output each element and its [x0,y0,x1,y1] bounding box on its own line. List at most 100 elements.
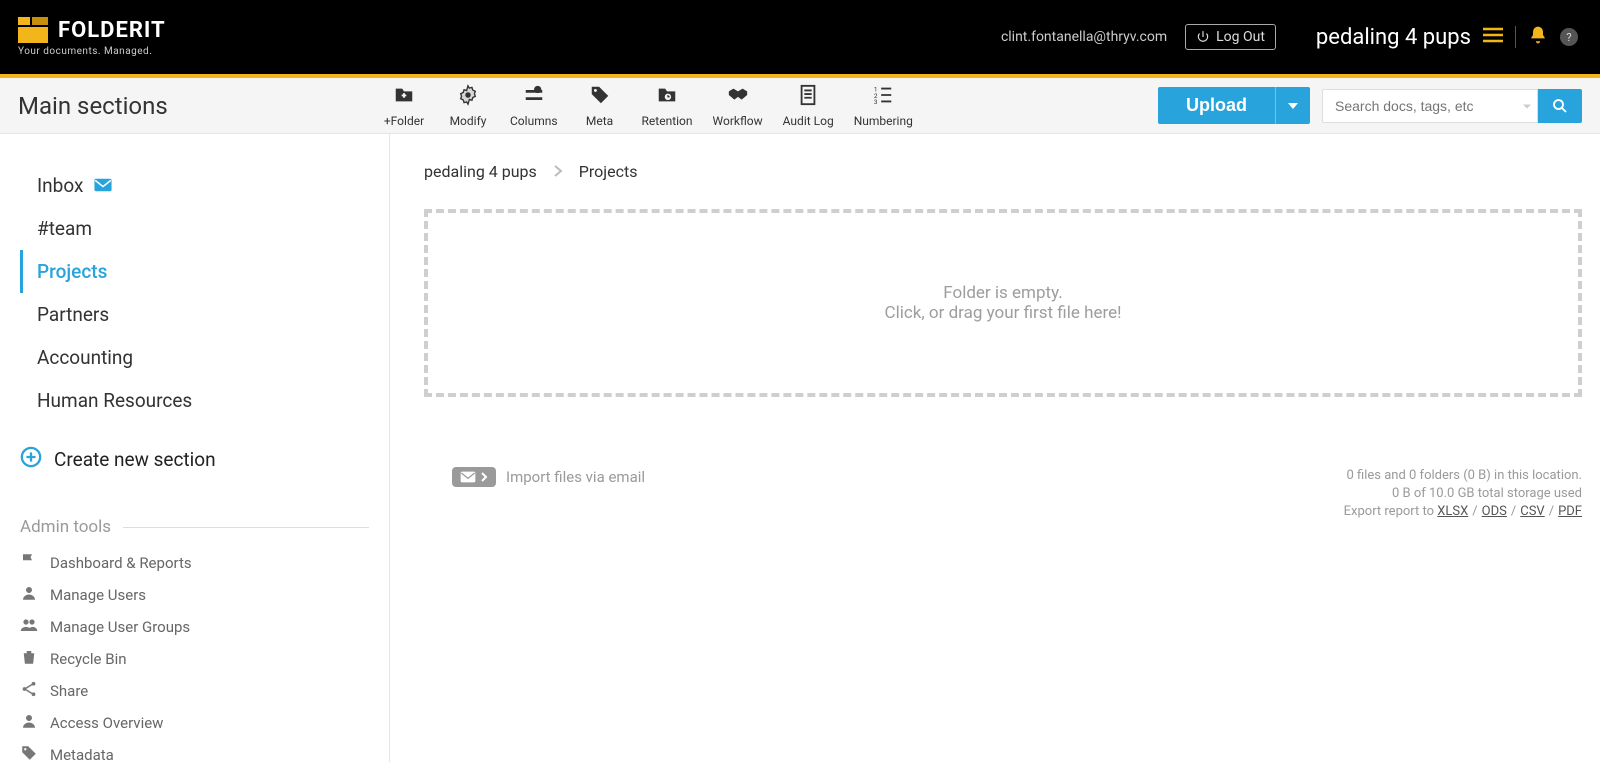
flag-icon [20,552,38,574]
admin-divider [123,527,369,528]
caret-down-icon [1287,100,1299,112]
logout-button[interactable]: Log Out [1185,24,1276,50]
breadcrumb: pedaling 4 pups Projects [424,162,1582,181]
location-stats: 0 files and 0 folders (0 B) in this loca… [1344,467,1582,522]
admin-item-recycle-bin[interactable]: Recycle Bin [20,643,369,675]
user-email: clint.fontanella@thryv.com [1001,29,1167,45]
search-input[interactable] [1322,89,1538,123]
tool-meta[interactable]: Meta [574,84,626,128]
stats-storage: 0 B of 10.0 GB total storage used [1344,485,1582,503]
share-icon [20,680,38,702]
tool-modify[interactable]: Modify [442,84,494,128]
admin-item-label: Metadata [50,746,114,762]
user-icon [20,712,38,734]
users-icon [20,616,38,638]
admin-item-label: Manage User Groups [50,618,190,636]
brand-block: FOLDERIT Your documents. Managed. [18,17,166,57]
create-new-section[interactable]: Create new section [20,446,369,473]
export-line: Export report to XLSX/ODS/CSV/PDF [1344,503,1582,521]
main-area: Inbox #team Projects Partners Accounting Hum… [0,134,1600,762]
logout-label: Log Out [1216,29,1265,45]
admin-item-label: Dashboard & Reports [50,554,192,572]
doc-list-icon [797,84,819,110]
tool-label: Numbering [854,114,913,128]
account-area: pedaling 4 pups ? [1316,25,1578,50]
power-icon [1196,30,1210,44]
folder-clock-icon [656,84,678,110]
stats-files: 0 files and 0 folders (0 B) in this loca… [1344,467,1582,485]
create-new-label: Create new section [54,448,216,471]
tool-group: +Folder Modify Columns Meta Retention Workflo… [378,84,917,128]
sidebar-item--team[interactable]: #team [20,207,369,250]
page-title: Main sections [18,92,378,120]
handshake-icon [727,84,749,110]
mail-chip [452,467,496,487]
tool-audit-log[interactable]: Audit Log [779,84,838,128]
import-via-email[interactable]: Import files via email [452,467,645,487]
tool-label: Columns [510,114,558,128]
sidebar-item-label: Projects [37,260,107,283]
help-icon[interactable]: ? [1560,28,1578,46]
trash-icon [20,648,38,670]
upload-split-button: Upload [1158,87,1310,124]
search-button[interactable] [1538,89,1582,123]
mail-icon [460,471,476,483]
tool-label: Retention [642,114,693,128]
sidebar: Inbox #team Projects Partners Accounting Hum… [0,134,390,762]
empty-state-line2: Click, or drag your first file here! [885,303,1122,323]
breadcrumb-root[interactable]: pedaling 4 pups [424,162,537,181]
account-name: pedaling 4 pups [1316,25,1471,50]
admin-item-manage-user-groups[interactable]: Manage User Groups [20,611,369,643]
sidebar-item-label: Human Resources [37,389,192,412]
export-csv[interactable]: CSV [1520,504,1544,519]
chevron-right-icon [553,162,563,181]
admin-tools-header: Admin tools [20,517,369,537]
admin-item-share[interactable]: Share [20,675,369,707]
export-ods[interactable]: ODS [1482,504,1507,519]
breadcrumb-current[interactable]: Projects [579,162,638,181]
user-icon [20,584,38,606]
tool-retention[interactable]: Retention [638,84,697,128]
admin-item-label: Access Overview [50,714,163,732]
content-area: pedaling 4 pups Projects Folder is empty… [390,134,1600,762]
svg-text:3: 3 [874,98,878,106]
sidebar-item-label: Accounting [37,346,133,369]
vertical-divider [1515,26,1516,48]
chevron-right-icon [480,472,488,482]
admin-item-manage-users[interactable]: Manage Users [20,579,369,611]
import-label: Import files via email [506,468,645,486]
admin-item-metadata[interactable]: Metadata [20,739,369,762]
upload-button[interactable]: Upload [1158,87,1276,124]
tool-numbering[interactable]: 123Numbering [850,84,917,128]
tool-workflow[interactable]: Workflow [709,84,767,128]
admin-tools-title: Admin tools [20,517,111,537]
tool-columns[interactable]: Columns [506,84,562,128]
account-menu-icon[interactable] [1483,27,1503,47]
admin-item-dashboard-reports[interactable]: Dashboard & Reports [20,547,369,579]
search-icon [1551,97,1569,115]
admin-item-access-overview[interactable]: Access Overview [20,707,369,739]
admin-item-label: Manage Users [50,586,146,604]
admin-tools-list: Dashboard & Reports Manage Users Manage Us… [20,547,369,762]
sidebar-item-human-resources[interactable]: Human Resources [20,379,369,422]
search-area [1322,89,1582,123]
columns-gear-icon [523,84,545,110]
notifications-icon[interactable] [1528,25,1548,49]
export-xlsx[interactable]: XLSX [1437,504,1468,519]
tool--folder[interactable]: +Folder [378,84,430,128]
sidebar-item-accounting[interactable]: Accounting [20,336,369,379]
export-pdf[interactable]: PDF [1558,504,1582,519]
top-bar: FOLDERIT Your documents. Managed. clint.… [0,0,1600,74]
brand-logo-icon [18,17,48,43]
upload-dropdown-button[interactable] [1276,87,1310,124]
file-dropzone[interactable]: Folder is empty. Click, or drag your fir… [424,209,1582,397]
tool-label: Audit Log [783,114,834,128]
admin-item-label: Recycle Bin [50,650,127,668]
tool-label: Meta [586,114,613,128]
folder-plus-icon [393,84,415,110]
brand-name: FOLDERIT [58,18,166,43]
sidebar-item-label: #team [37,217,92,240]
sidebar-item-partners[interactable]: Partners [20,293,369,336]
sidebar-item-inbox[interactable]: Inbox [20,164,369,207]
sidebar-item-projects[interactable]: Projects [20,250,369,293]
